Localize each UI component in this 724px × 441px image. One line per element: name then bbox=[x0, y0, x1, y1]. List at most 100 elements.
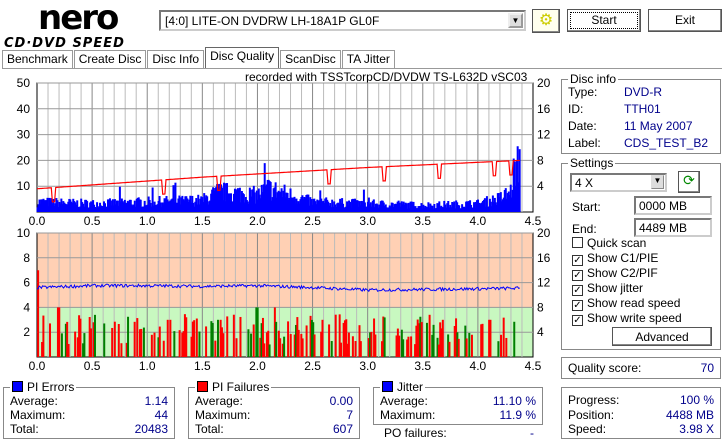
left-tick-label: 4 bbox=[23, 300, 30, 314]
pi-errors-title-text: PI Errors bbox=[27, 380, 75, 394]
left-tick-label: 2 bbox=[23, 325, 30, 339]
x-tick-label: 2.5 bbox=[304, 359, 321, 373]
checkbox-show-read-speed[interactable]: ✓ Show read speed bbox=[572, 296, 680, 311]
chevron-down-icon[interactable]: ▼ bbox=[508, 13, 523, 28]
x-tick-label: 0.5 bbox=[84, 214, 101, 228]
type-label: Type: bbox=[568, 85, 598, 99]
tab-scandisc[interactable]: ScanDisc bbox=[280, 50, 341, 68]
left-tick-label: 8 bbox=[23, 251, 30, 265]
speed-label: Speed: bbox=[568, 422, 607, 436]
left-tick-label: 30 bbox=[17, 128, 31, 142]
settings-title: Settings bbox=[568, 156, 616, 170]
quality-score-value: 70 bbox=[700, 361, 714, 375]
pi-failures-title-text: PI Failures bbox=[212, 380, 270, 394]
checkbox-box[interactable] bbox=[572, 237, 583, 248]
right-tick-label: 20 bbox=[537, 226, 551, 240]
tab-benchmark[interactable]: Benchmark bbox=[2, 50, 73, 68]
jitter-maximum: 11.9 % bbox=[499, 408, 536, 422]
pi-errors-maximum: 44 bbox=[154, 408, 168, 422]
refresh-icon[interactable]: ⟳ bbox=[678, 171, 700, 193]
speed-value: 4 X bbox=[575, 176, 594, 190]
start-label: Start: bbox=[572, 200, 601, 214]
checkbox-show-jitter[interactable]: ✓ Show jitter bbox=[572, 281, 643, 296]
pi-failures-color-icon bbox=[197, 381, 208, 392]
position-label: Position: bbox=[568, 408, 615, 422]
total-label: Total: bbox=[10, 422, 39, 436]
x-tick-label: 2.0 bbox=[249, 359, 266, 373]
checkbox-box[interactable]: ✓ bbox=[572, 285, 583, 296]
left-tick-label: 10 bbox=[17, 226, 31, 240]
tab-disc-info[interactable]: Disc Info bbox=[147, 50, 205, 68]
date-label: Date: bbox=[568, 119, 597, 133]
right-tick-label: 16 bbox=[537, 251, 551, 265]
checkbox-label: Show C1/PIE bbox=[587, 251, 659, 265]
checkbox-box[interactable]: ✓ bbox=[572, 255, 583, 266]
x-tick-label: 1.5 bbox=[194, 359, 211, 373]
tab-disc-quality[interactable]: Disc Quality bbox=[205, 47, 280, 68]
checkbox-show-c2-pif[interactable]: ✓ Show C2/PIF bbox=[572, 266, 658, 281]
left-tick-label: 10 bbox=[17, 179, 31, 193]
checkbox-show-c1-pie[interactable]: ✓ Show C1/PIE bbox=[572, 251, 658, 266]
start-input[interactable]: 0000 MB bbox=[634, 196, 712, 215]
drive-select[interactable]: [4:0] LITE-ON DVDRW LH-18A1P GL0F ▼ bbox=[159, 10, 526, 31]
left-tick-label: 20 bbox=[17, 153, 31, 167]
end-label: End: bbox=[572, 222, 597, 236]
pi-errors-title: PI Errors bbox=[10, 380, 77, 394]
right-tick-label: 4 bbox=[537, 179, 544, 193]
avg-label: Average: bbox=[10, 394, 58, 408]
start-button[interactable]: Start bbox=[567, 9, 641, 32]
checkbox-show-write-speed[interactable]: ✓ Show write speed bbox=[572, 311, 682, 326]
exit-button[interactable]: Exit bbox=[648, 9, 722, 32]
x-tick-label: 4.0 bbox=[470, 359, 487, 373]
pi-failures-group: PI Failures Average: 0.00 Maximum: 7 Total… bbox=[188, 380, 360, 439]
progress-label: Progress: bbox=[568, 393, 620, 407]
x-tick-label: 1.0 bbox=[139, 214, 156, 228]
speed-value: 3.98 X bbox=[679, 422, 714, 436]
checkbox-label: Show jitter bbox=[587, 281, 644, 295]
speed-select[interactable]: 4 X ▼ bbox=[570, 173, 667, 192]
plot-area-warning-zone bbox=[37, 233, 533, 308]
cd-dvd-speed-logo: CD·DVD SPEED bbox=[4, 36, 125, 51]
progress-value: 100 % bbox=[679, 393, 714, 407]
settings-gear-icon[interactable]: ⚙ bbox=[532, 9, 560, 33]
right-tick-label: 12 bbox=[537, 128, 551, 142]
checkbox-box[interactable]: ✓ bbox=[572, 315, 583, 326]
pi-errors-color-icon bbox=[12, 381, 23, 392]
disc-label: CDS_TEST_B2 bbox=[624, 136, 709, 150]
pi-errors-total: 20483 bbox=[134, 422, 168, 436]
disc-date: 11 May 2007 bbox=[624, 119, 693, 133]
total-label: Total: bbox=[195, 422, 224, 436]
x-tick-label: 0.5 bbox=[84, 359, 101, 373]
x-tick-label: 0.0 bbox=[29, 214, 46, 228]
jitter-average: 11.10 % bbox=[492, 394, 536, 408]
disc-info-title: Disc info bbox=[568, 72, 619, 86]
tab-create-disc[interactable]: Create Disc bbox=[73, 50, 147, 68]
pi-failures-title: PI Failures bbox=[195, 380, 272, 394]
checkbox-label: Show read speed bbox=[587, 296, 681, 310]
x-tick-label: 2.0 bbox=[249, 214, 266, 228]
pi-errors-average: 1.14 bbox=[144, 394, 168, 408]
id-label: ID: bbox=[568, 102, 584, 116]
checkbox-quick-scan[interactable]: Quick scan bbox=[572, 236, 646, 250]
jitter-group: Jitter Average: 11.10 % Maximum: 11.9 % bbox=[373, 380, 543, 425]
left-tick-label: 50 bbox=[17, 76, 31, 90]
x-tick-label: 3.0 bbox=[359, 359, 376, 373]
label-label: Label: bbox=[568, 136, 601, 150]
tab-ta-jitter[interactable]: TA Jitter bbox=[341, 50, 395, 68]
chevron-down-icon[interactable]: ▼ bbox=[651, 175, 664, 189]
left-tick-label: 40 bbox=[17, 102, 31, 116]
checkbox-box[interactable]: ✓ bbox=[572, 300, 583, 311]
quality-score-label: Quality score: bbox=[568, 361, 642, 375]
checkbox-box[interactable]: ✓ bbox=[572, 270, 583, 281]
pi-failures-average: 0.00 bbox=[329, 394, 353, 408]
x-tick-label: 4.0 bbox=[470, 214, 487, 228]
x-tick-label: 3.5 bbox=[414, 359, 431, 373]
jitter-title: Jitter bbox=[380, 380, 426, 394]
right-tick-label: 8 bbox=[537, 300, 544, 314]
advanced-button[interactable]: Advanced bbox=[612, 327, 712, 346]
right-tick-label: 20 bbox=[537, 76, 551, 90]
po-failures-value: - bbox=[530, 426, 534, 440]
end-input[interactable]: 4489 MB bbox=[634, 218, 712, 237]
quality-score-box: Quality score: 70 bbox=[561, 357, 721, 379]
nero-logo: nero bbox=[38, 0, 119, 38]
